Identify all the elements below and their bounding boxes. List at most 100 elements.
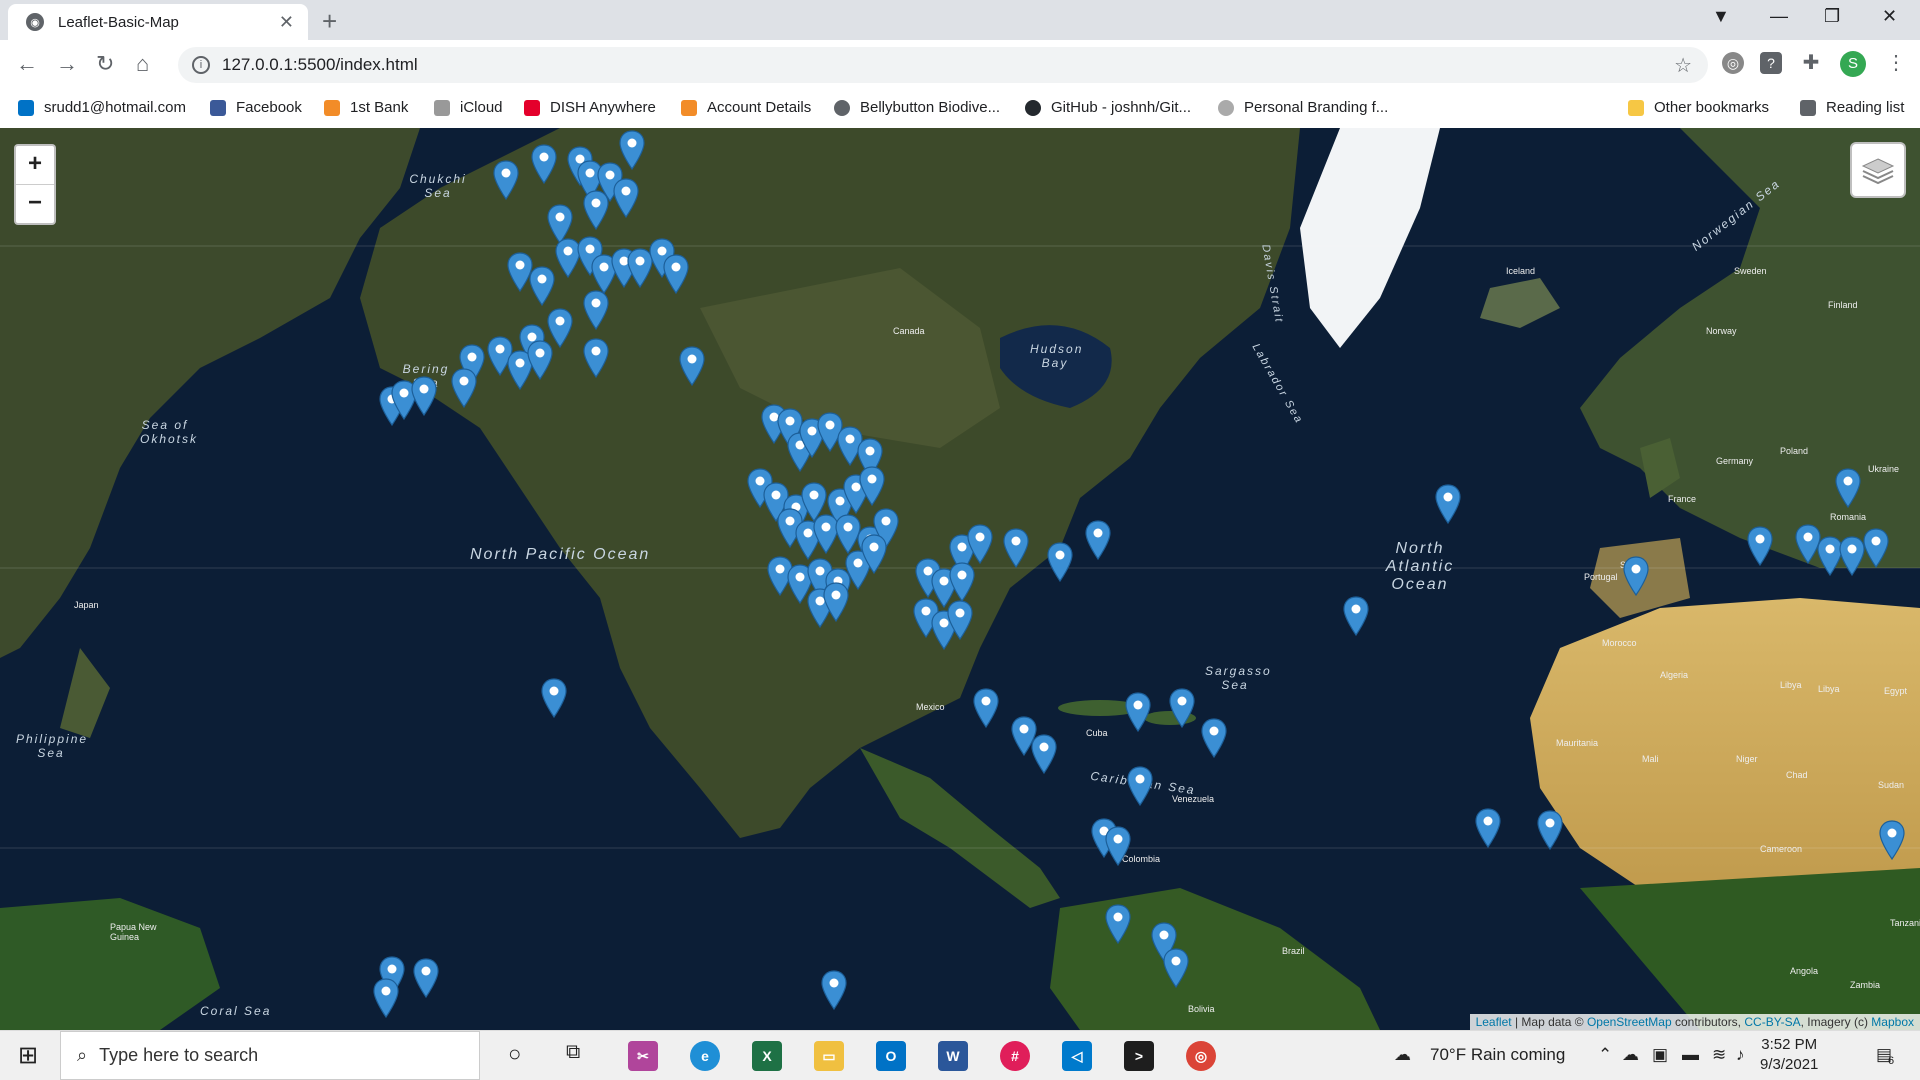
task-view-icon[interactable]: ⧉ — [566, 1041, 580, 1064]
map-marker-icon[interactable] — [583, 190, 609, 230]
profile-avatar[interactable]: S — [1840, 51, 1866, 77]
map-marker-icon[interactable] — [1201, 718, 1227, 758]
zoom-in-button[interactable]: + — [16, 146, 54, 185]
vscode-icon[interactable]: ◁ — [1062, 1041, 1092, 1071]
leaflet-link[interactable]: Leaflet — [1476, 1015, 1512, 1029]
bookmark-star-icon[interactable]: ☆ — [1674, 53, 1692, 78]
map-marker-icon[interactable] — [973, 688, 999, 728]
map-marker-icon[interactable] — [413, 958, 439, 998]
map-marker-icon[interactable] — [1839, 536, 1865, 576]
license-link[interactable]: CC-BY-SA — [1744, 1015, 1800, 1029]
map-marker-icon[interactable] — [527, 340, 553, 380]
map-marker-icon[interactable] — [531, 144, 557, 184]
chrome-icon[interactable]: ◎ — [1186, 1041, 1216, 1071]
tab-search-icon[interactable]: ▼ — [1712, 6, 1730, 27]
snip-tool-icon[interactable]: ✂ — [628, 1041, 658, 1071]
map-marker-icon[interactable] — [373, 978, 399, 1018]
map-marker-icon[interactable] — [821, 970, 847, 1010]
back-icon[interactable]: ← — [16, 51, 38, 77]
map-marker-icon[interactable] — [823, 582, 849, 622]
map-marker-icon[interactable] — [1835, 468, 1861, 508]
reading-list-button[interactable]: Reading list — [1800, 99, 1904, 116]
map-marker-icon[interactable] — [1169, 688, 1195, 728]
leaflet-map[interactable]: North Pacific Ocean North Atlantic Ocean… — [0, 128, 1920, 1030]
close-tab-icon[interactable]: ✕ — [279, 12, 294, 33]
forward-icon[interactable]: → — [56, 51, 78, 77]
word-icon[interactable]: W — [938, 1041, 968, 1071]
map-marker-icon[interactable] — [949, 562, 975, 602]
bookmark-item[interactable]: Bellybutton Biodive... — [834, 99, 1000, 116]
camera-icon[interactable]: ▣ — [1652, 1045, 1668, 1065]
close-window-button[interactable]: ✕ — [1882, 6, 1897, 27]
reload-icon[interactable]: ↻ — [96, 51, 114, 77]
bookmark-item[interactable]: DISH Anywhere — [524, 99, 656, 116]
map-marker-icon[interactable] — [613, 178, 639, 218]
extensions-puzzle-icon[interactable]: ✚ — [1800, 52, 1822, 74]
site-info-icon[interactable]: i — [192, 56, 210, 74]
url-text[interactable]: 127.0.0.1:5500/index.html — [222, 55, 418, 75]
map-marker-icon[interactable] — [1003, 528, 1029, 568]
layers-control-button[interactable] — [1850, 142, 1906, 198]
maximize-button[interactable]: ❐ — [1824, 6, 1840, 27]
help-extension-icon[interactable]: ? — [1760, 52, 1782, 74]
map-marker-icon[interactable] — [859, 466, 885, 506]
map-marker-icon[interactable] — [1537, 810, 1563, 850]
bookmark-item[interactable]: Account Details — [681, 99, 811, 116]
address-bar[interactable]: i 127.0.0.1:5500/index.html ☆ — [178, 47, 1708, 83]
map-marker-icon[interactable] — [1105, 904, 1131, 944]
edge-icon[interactable]: e — [690, 1041, 720, 1071]
taskbar-search-box[interactable]: ⌕ Type here to search — [60, 1031, 480, 1080]
outlook-icon[interactable]: O — [876, 1041, 906, 1071]
bookmark-item[interactable]: iCloud — [434, 99, 503, 116]
extension-icon[interactable]: ◎ — [1722, 52, 1744, 74]
battery-icon[interactable]: ▬ — [1682, 1045, 1699, 1065]
zoom-out-button[interactable]: − — [16, 185, 54, 223]
map-marker-icon[interactable] — [679, 346, 705, 386]
map-marker-icon[interactable] — [1623, 556, 1649, 596]
home-icon[interactable]: ⌂ — [136, 51, 149, 77]
bookmark-item[interactable]: Personal Branding f... — [1218, 99, 1388, 116]
map-marker-icon[interactable] — [1475, 808, 1501, 848]
map-marker-icon[interactable] — [529, 266, 555, 306]
map-marker-icon[interactable] — [583, 338, 609, 378]
bookmark-item[interactable]: srudd1@hotmail.com — [18, 99, 186, 116]
windows-start-icon[interactable]: ⊞ — [18, 1041, 38, 1070]
map-marker-icon[interactable] — [861, 534, 887, 574]
other-bookmarks-folder[interactable]: Other bookmarks — [1628, 99, 1769, 116]
map-marker-icon[interactable] — [1031, 734, 1057, 774]
excel-icon[interactable]: X — [752, 1041, 782, 1071]
terminal-icon[interactable]: > — [1124, 1041, 1154, 1071]
weather-text[interactable]: 70°F Rain coming — [1430, 1045, 1565, 1065]
map-marker-icon[interactable] — [451, 368, 477, 408]
osm-link[interactable]: OpenStreetMap — [1587, 1015, 1672, 1029]
cortana-icon[interactable]: ○ — [508, 1041, 521, 1067]
browser-tab[interactable]: ◉ Leaflet-Basic-Map ✕ — [8, 4, 308, 40]
map-marker-icon[interactable] — [947, 600, 973, 640]
bookmark-item[interactable]: Facebook — [210, 99, 302, 116]
map-marker-icon[interactable] — [1105, 826, 1131, 866]
show-hidden-icons[interactable]: ⌃ — [1598, 1045, 1612, 1065]
map-marker-icon[interactable] — [1085, 520, 1111, 560]
onedrive-icon[interactable]: ☁ — [1622, 1045, 1639, 1065]
volume-icon[interactable]: ♪ — [1736, 1045, 1745, 1065]
map-marker-icon[interactable] — [1863, 528, 1889, 568]
minimize-button[interactable]: — — [1770, 6, 1788, 27]
file-explorer-icon[interactable]: ▭ — [814, 1041, 844, 1071]
map-marker-icon[interactable] — [1435, 484, 1461, 524]
bookmark-item[interactable]: 1st Bank — [324, 99, 408, 116]
map-marker-icon[interactable] — [411, 376, 437, 416]
map-marker-icon[interactable] — [1879, 820, 1905, 860]
system-clock[interactable]: 3:52 PM 9/3/2021 — [1760, 1035, 1818, 1075]
map-marker-icon[interactable] — [1747, 526, 1773, 566]
map-marker-icon[interactable] — [1125, 692, 1151, 732]
map-marker-icon[interactable] — [1127, 766, 1153, 806]
map-marker-icon[interactable] — [493, 160, 519, 200]
map-marker-icon[interactable] — [967, 524, 993, 564]
map-marker-icon[interactable] — [1343, 596, 1369, 636]
wifi-icon[interactable]: ≋ — [1712, 1045, 1726, 1065]
slack-icon[interactable]: # — [1000, 1041, 1030, 1071]
mapbox-link[interactable]: Mapbox — [1871, 1015, 1914, 1029]
map-marker-icon[interactable] — [1163, 948, 1189, 988]
map-marker-icon[interactable] — [541, 678, 567, 718]
bookmark-item[interactable]: GitHub - joshnh/Git... — [1025, 99, 1191, 116]
